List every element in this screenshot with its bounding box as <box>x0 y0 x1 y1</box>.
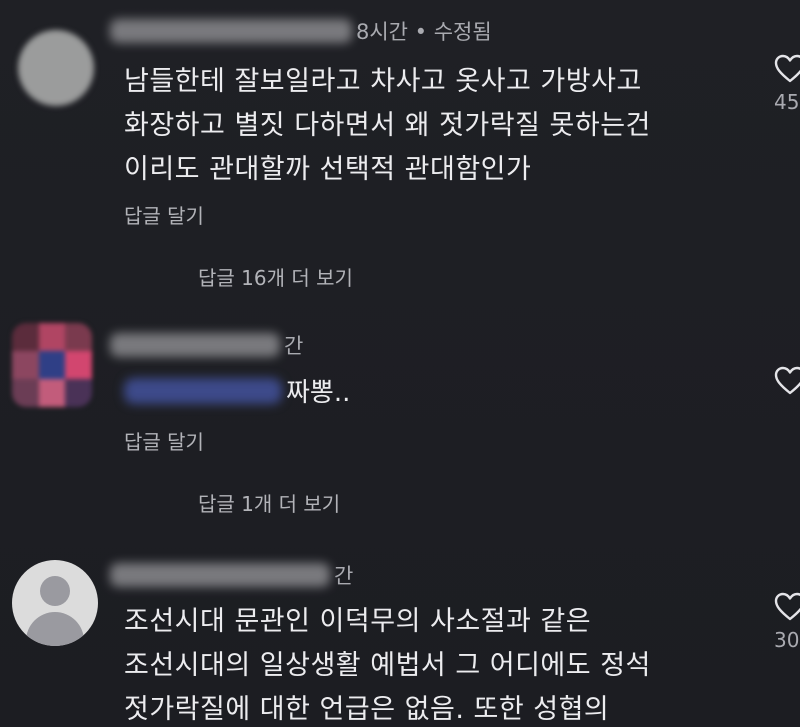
default-avatar-icon <box>40 576 70 606</box>
avatar-pixelated[interactable] <box>12 323 92 407</box>
username-redacted[interactable] <box>110 563 330 587</box>
comment-body: 조선시대 문관인 이덕무의 사소절과 같은 조선시대의 일상생활 예법서 그 어… <box>124 600 651 727</box>
view-more-replies-button[interactable]: 답글 16개 더 보기 <box>198 262 353 291</box>
view-more-replies-button[interactable]: 답글 1개 더 보기 <box>198 488 340 517</box>
comment-time: 간 <box>334 564 354 588</box>
avatar-blurred[interactable] <box>18 30 94 106</box>
heart-outline-icon <box>774 592 800 621</box>
like-button[interactable]: 30 <box>774 592 800 652</box>
comment-text: 짜뽕.. <box>286 378 351 408</box>
comment-list: 8시간 • 수정됨 남들한테 잘보일라고 차사고 옷사고 가방사고 화장하고 별… <box>0 0 800 727</box>
mention-redacted[interactable] <box>124 377 282 404</box>
comment-line: 젓가락질에 대한 언급은 없음. 또한 성협의 <box>124 694 610 725</box>
comment-line: 남들한테 잘보일라고 차사고 옷사고 가방사고 <box>124 66 642 97</box>
comment-time: 간 <box>284 334 304 358</box>
comment-meta: 간 <box>110 330 303 360</box>
avatar-default[interactable] <box>12 560 98 646</box>
comment-time: 8시간 • 수정됨 <box>356 20 492 44</box>
comment-body: 짜뽕.. <box>124 372 350 409</box>
heart-outline-icon <box>774 54 800 83</box>
comment-line: 이리도 관대할까 선택적 관대함인가 <box>124 154 532 185</box>
username-redacted[interactable] <box>110 333 280 357</box>
reply-button[interactable]: 답글 달기 <box>124 200 204 229</box>
comment-line: 조선시대 문관인 이덕무의 사소절과 같은 <box>124 606 592 637</box>
like-button[interactable]: 45 <box>774 54 800 114</box>
comment-body: 남들한테 잘보일라고 차사고 옷사고 가방사고 화장하고 별짓 다하면서 왜 젓… <box>124 60 651 192</box>
comment-meta: 8시간 • 수정됨 <box>110 16 492 46</box>
like-button[interactable] <box>774 366 800 396</box>
comment-line: 조선시대의 일상생활 예법서 그 어디에도 정석 <box>124 650 651 681</box>
username-redacted[interactable] <box>110 19 352 43</box>
comment-meta: 간 <box>110 560 353 590</box>
heart-outline-icon <box>774 366 800 395</box>
like-count: 45 <box>774 90 800 114</box>
reply-button[interactable]: 답글 달기 <box>124 426 204 455</box>
like-count: 30 <box>774 628 800 652</box>
comment-line: 화장하고 별짓 다하면서 왜 젓가락질 못하는건 <box>124 110 651 141</box>
